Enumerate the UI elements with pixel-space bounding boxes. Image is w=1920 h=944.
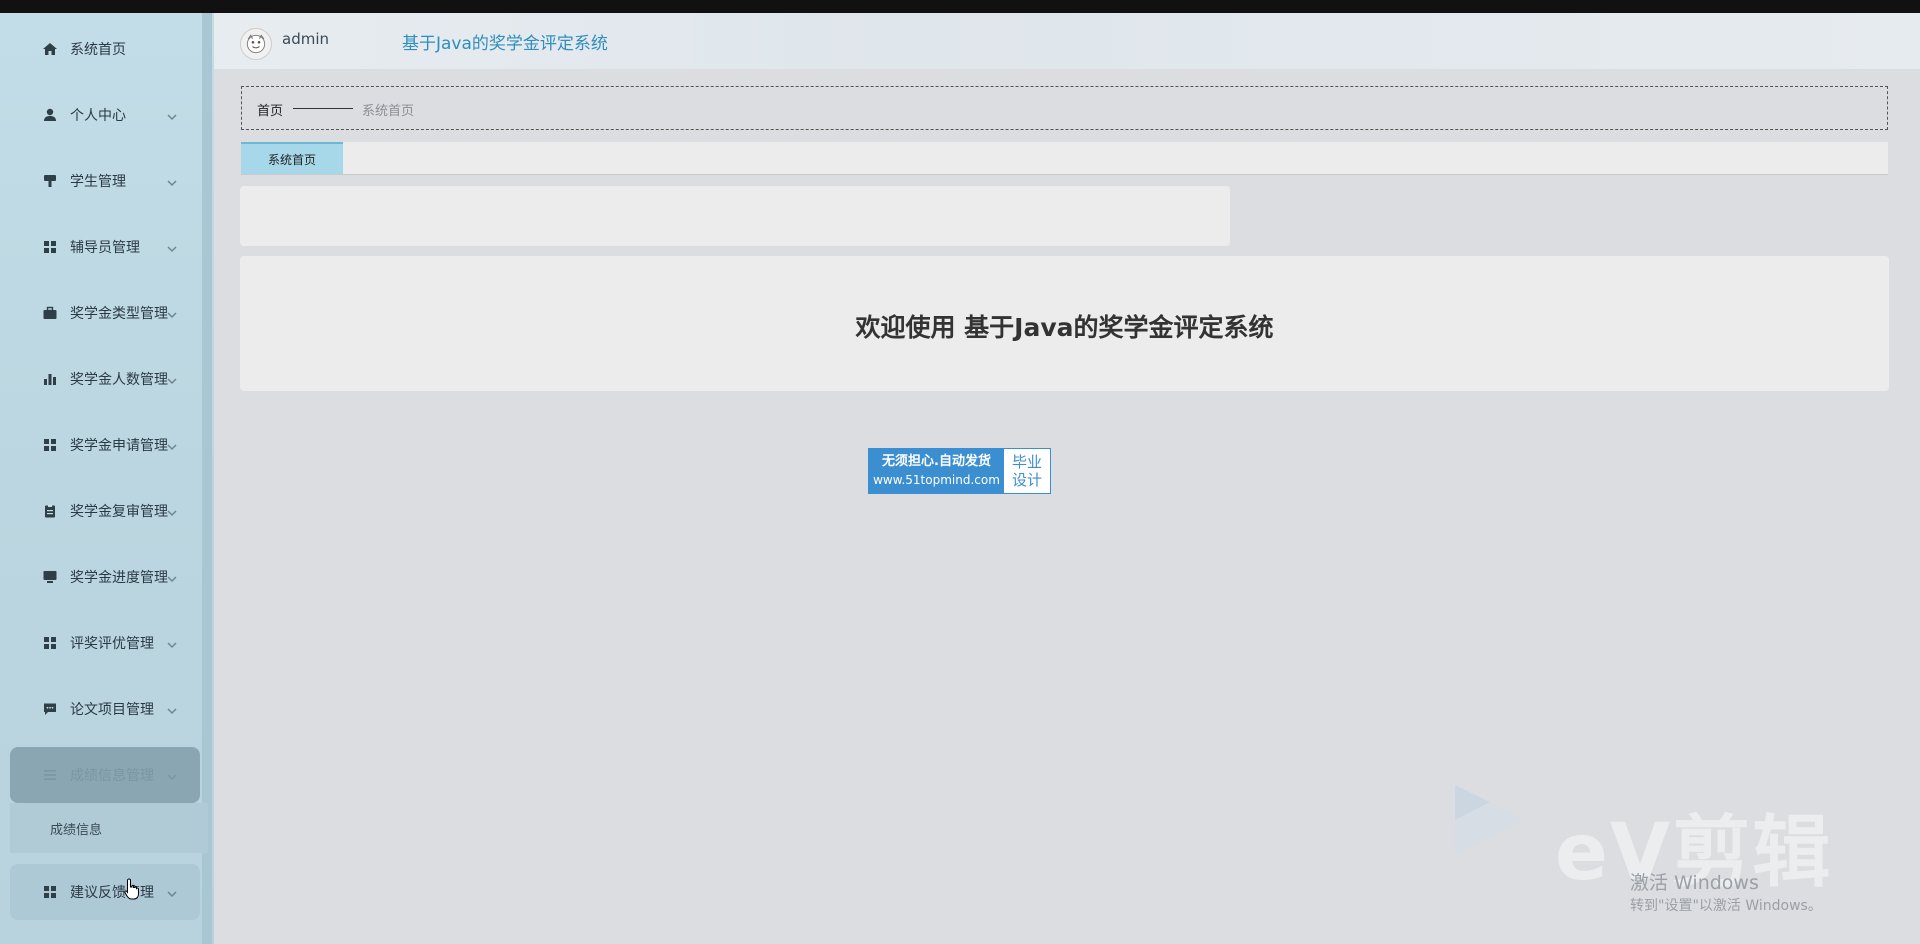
student-icon xyxy=(42,173,58,189)
sidebar-item-counselors[interactable]: 辅导员管理 xyxy=(0,214,200,280)
promo-badge-right: 毕业 设计 xyxy=(1004,449,1050,493)
avatar-face-icon xyxy=(246,34,266,54)
promo-badge-left: 无须担心.自动发货 www.51topmind.com xyxy=(869,449,1004,493)
empty-card xyxy=(240,186,1230,246)
promo-badge-url: www.51topmind.com xyxy=(873,473,1000,487)
sidebar-item-label: 奖学金申请管理 xyxy=(70,438,168,454)
sidebar-item-label: 论文项目管理 xyxy=(70,702,154,718)
hand-cursor-icon xyxy=(124,878,139,900)
sidebar-item-label: 辅导员管理 xyxy=(70,240,140,256)
chevron-down-icon xyxy=(167,308,177,319)
user-icon xyxy=(42,107,58,123)
clipboard-icon xyxy=(42,503,58,519)
tab-bar: 系统首页 xyxy=(241,142,1888,175)
sidebar-item-label: 评奖评优管理 xyxy=(70,636,154,652)
sidebar-item-feedback[interactable]: 建议反馈管理 xyxy=(10,864,200,920)
chevron-down-icon xyxy=(167,506,177,517)
sidebar-item-personal-center[interactable]: 个人中心 xyxy=(0,82,200,148)
chevron-down-icon xyxy=(167,110,177,121)
chevron-down-icon xyxy=(167,638,177,649)
chevron-down-icon xyxy=(167,572,177,583)
sidebar-item-grades[interactable]: 成绩信息管理 xyxy=(10,747,200,803)
tab-system-home[interactable]: 系统首页 xyxy=(241,142,343,174)
sidebar-item-label: 奖学金人数管理 xyxy=(70,372,168,388)
sidebar-item-label: 成绩信息管理 xyxy=(70,768,154,784)
sidebar-item-label: 个人中心 xyxy=(70,108,126,124)
sidebar-item-label: 奖学金复审管理 xyxy=(70,504,168,520)
windows-activation-subtitle: 转到"设置"以激活 Windows。 xyxy=(1630,898,1822,914)
chevron-down-icon xyxy=(167,374,177,385)
monitor-icon xyxy=(42,569,58,585)
username[interactable]: admin xyxy=(282,30,329,48)
grid-icon xyxy=(42,884,58,900)
welcome-heading: 欢迎使用 基于Java的奖学金评定系统 xyxy=(855,313,1274,342)
chevron-down-icon xyxy=(167,176,177,187)
windows-activation-title: 激活 Windows xyxy=(1630,872,1759,894)
home-icon xyxy=(42,41,58,57)
bar-chart-icon xyxy=(42,371,58,387)
sidebar-item-awards[interactable]: 评奖评优管理 xyxy=(0,610,200,676)
sidebar-item-scholarship-types[interactable]: 奖学金类型管理 xyxy=(0,280,200,346)
welcome-card: 欢迎使用 基于Java的奖学金评定系统 xyxy=(240,256,1889,391)
sidebar-item-students[interactable]: 学生管理 xyxy=(0,148,200,214)
sidebar-item-label: 建议反馈管理 xyxy=(70,885,154,901)
sidebar-subitem-grade-info[interactable]: 成绩信息 xyxy=(10,803,208,853)
list-icon xyxy=(42,767,58,783)
sidebar-item-scholarship-review[interactable]: 奖学金复审管理 xyxy=(0,478,200,544)
promo-badge[interactable]: 无须担心.自动发货 www.51topmind.com 毕业 设计 xyxy=(868,448,1051,494)
window-top-strip xyxy=(0,0,1920,13)
chevron-down-icon xyxy=(167,242,177,253)
briefcase-icon xyxy=(42,305,58,321)
comment-icon xyxy=(42,701,58,717)
sidebar-item-scholarship-applications[interactable]: 奖学金申请管理 xyxy=(0,412,200,478)
chevron-down-icon xyxy=(167,770,177,781)
sidebar-item-scholarship-quota[interactable]: 奖学金人数管理 xyxy=(0,346,200,412)
promo-badge-slogan: 无须担心.自动发货 xyxy=(882,454,991,469)
promo-badge-word1: 毕业 xyxy=(1011,453,1042,471)
sidebar-item-label: 奖学金类型管理 xyxy=(70,306,168,322)
sidebar-item-label: 系统首页 xyxy=(70,42,126,58)
promo-badge-word2: 设计 xyxy=(1011,471,1042,489)
sidebar-item-label: 学生管理 xyxy=(70,174,126,190)
grid-icon xyxy=(42,635,58,651)
breadcrumb-current: 系统首页 xyxy=(362,104,415,119)
chevron-down-icon xyxy=(167,704,177,715)
sidebar-item-scholarship-progress[interactable]: 奖学金进度管理 xyxy=(0,544,200,610)
avatar[interactable] xyxy=(240,28,272,60)
chevron-down-icon xyxy=(167,440,177,451)
sidebar-item-papers[interactable]: 论文项目管理 xyxy=(0,676,200,742)
breadcrumb: 首页 系统首页 xyxy=(241,86,1888,130)
app-title: 基于Java的奖学金评定系统 xyxy=(402,34,608,54)
grid-icon xyxy=(42,437,58,453)
breadcrumb-separator xyxy=(293,108,353,109)
sidebar-item-home[interactable]: 系统首页 xyxy=(0,16,200,82)
grid-icon xyxy=(42,239,58,255)
sidebar-item-label: 奖学金进度管理 xyxy=(70,570,168,586)
chevron-down-icon xyxy=(167,887,177,898)
breadcrumb-home-link[interactable]: 首页 xyxy=(257,100,283,119)
sidebar-subitem-label: 成绩信息 xyxy=(50,822,103,838)
